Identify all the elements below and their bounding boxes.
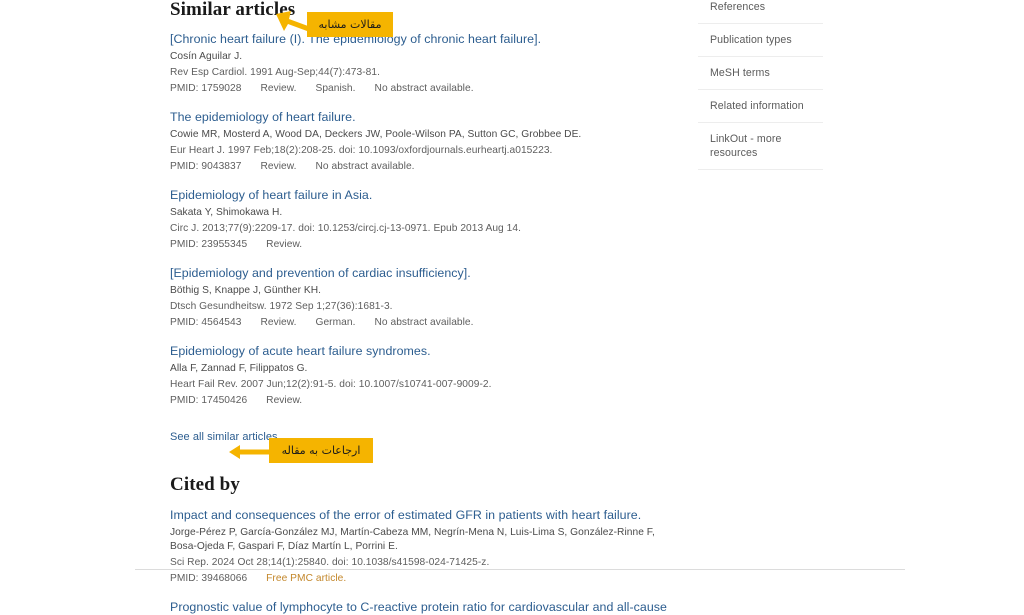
article-citation: Sci Rep. 2024 Oct 28;14(1):25840. doi: 1…: [170, 557, 490, 568]
article-pmid[interactable]: PMID: 17450426: [170, 395, 247, 406]
article-tag-review: Review.: [260, 83, 297, 94]
bottom-divider: [135, 569, 905, 570]
similar-article-item: [Chronic heart failure (I). The epidemio…: [170, 32, 670, 96]
cited-by-section: Cited by: [170, 475, 670, 494]
article-tag-review: Review.: [260, 161, 297, 172]
article-title-link[interactable]: Prognostic value of lymphocyte to C-reac…: [170, 600, 670, 615]
main-content-column: Similar articles [Chronic heart failure …: [170, 0, 670, 615]
article-tag-review: Review.: [260, 317, 297, 328]
article-pmid[interactable]: PMID: 4564543: [170, 317, 241, 328]
article-pmid[interactable]: PMID: 1759028: [170, 83, 241, 94]
cited-by-heading: Cited by: [170, 474, 240, 495]
see-all-similar-articles-link[interactable]: See all similar articles: [170, 431, 278, 443]
article-authors: Alla F, Zannad F, Filippatos G.: [170, 363, 308, 374]
article-authors: Böthig S, Knappe J, Günther KH.: [170, 285, 322, 296]
article-tag-language: German.: [315, 317, 356, 328]
article-tag-language: Spanish.: [315, 83, 356, 94]
sidebar-item-mesh-terms[interactable]: MeSH terms: [698, 57, 823, 90]
article-citation: Circ J. 2013;77(9):2209-17. doi: 10.1253…: [170, 223, 521, 234]
article-citation: Eur Heart J. 1997 Feb;18(2):208-25. doi:…: [170, 145, 553, 156]
article-title-link[interactable]: Epidemiology of acute heart failure synd…: [170, 344, 670, 359]
cited-by-article-item: Impact and consequences of the error of …: [170, 508, 670, 586]
article-pmid[interactable]: PMID: 23955345: [170, 239, 247, 250]
article-authors: Jorge-Pérez P, García-González MJ, Martí…: [170, 527, 655, 552]
article-title-link[interactable]: [Epidemiology and prevention of cardiac …: [170, 266, 670, 281]
article-meta: PMID: 4564543 Review. German. No abstract a…: [170, 316, 670, 330]
similar-articles-heading: Similar articles: [170, 0, 296, 20]
free-pmc-article-link[interactable]: Free PMC article.: [266, 573, 346, 584]
annotation-callout-cited-by: ارجاعات به مقاله: [269, 438, 373, 463]
article-pmid[interactable]: PMID: 9043837: [170, 161, 241, 172]
article-citation: Heart Fail Rev. 2007 Jun;12(2):91-5. doi…: [170, 379, 492, 390]
similar-article-item: Epidemiology of heart failure in Asia. S…: [170, 188, 670, 252]
similar-article-item: Epidemiology of acute heart failure synd…: [170, 344, 670, 408]
article-tag-abstract: No abstract available.: [374, 83, 474, 94]
article-citation: Dtsch Gesundheitsw. 1972 Sep 1;27(36):16…: [170, 301, 393, 312]
article-meta: PMID: 39468066 Free PMC article.: [170, 572, 670, 586]
article-tag-abstract: No abstract available.: [315, 161, 415, 172]
annotation-callout-similar-articles: مقالات مشابه: [307, 12, 393, 37]
article-authors: Cowie MR, Mosterd A, Wood DA, Deckers JW…: [170, 129, 582, 140]
article-citation: Rev Esp Cardiol. 1991 Aug-Sep;44(7):473-…: [170, 67, 380, 78]
article-title-link[interactable]: The epidemiology of heart failure.: [170, 110, 670, 125]
article-tag-abstract: No abstract available.: [374, 317, 474, 328]
article-tag-review: Review.: [266, 239, 303, 250]
article-authors: Sakata Y, Shimokawa H.: [170, 207, 283, 218]
article-authors: Cosín Aguilar J.: [170, 51, 243, 62]
similar-article-item: [Epidemiology and prevention of cardiac …: [170, 266, 670, 330]
article-meta: PMID: 23955345 Review.: [170, 238, 670, 252]
article-title-link[interactable]: [Chronic heart failure (I). The epidemio…: [170, 32, 670, 47]
article-title-link[interactable]: Epidemiology of heart failure in Asia.: [170, 188, 670, 203]
article-meta: PMID: 1759028 Review. Spanish. No abstract …: [170, 82, 670, 96]
sidebar-item-publication-types[interactable]: Publication types: [698, 24, 823, 57]
article-tag-review: Review.: [266, 395, 303, 406]
article-meta: PMID: 9043837 Review. No abstract availabl…: [170, 160, 670, 174]
article-meta: PMID: 17450426 Review.: [170, 394, 670, 408]
article-pmid[interactable]: PMID: 39468066: [170, 573, 247, 584]
page-section-nav-sidebar: References Publication types MeSH terms …: [698, 0, 823, 170]
cited-by-article-item: Prognostic value of lymphocyte to C-reac…: [170, 600, 670, 615]
similar-article-item: The epidemiology of heart failure. Cowie…: [170, 110, 670, 174]
sidebar-item-linkout-more-resources[interactable]: LinkOut - more resources: [698, 123, 823, 170]
article-title-link[interactable]: Impact and consequences of the error of …: [170, 508, 670, 523]
sidebar-item-related-information[interactable]: Related information: [698, 90, 823, 123]
sidebar-item-references[interactable]: References: [698, 0, 823, 24]
